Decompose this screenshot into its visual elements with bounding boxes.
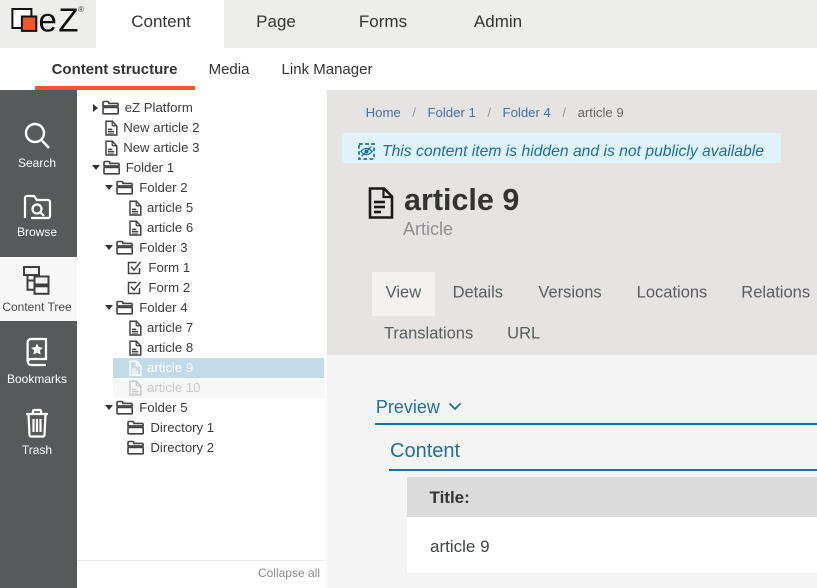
svg-text:®: ® (78, 5, 84, 14)
svg-text:eZ: eZ (39, 2, 79, 39)
